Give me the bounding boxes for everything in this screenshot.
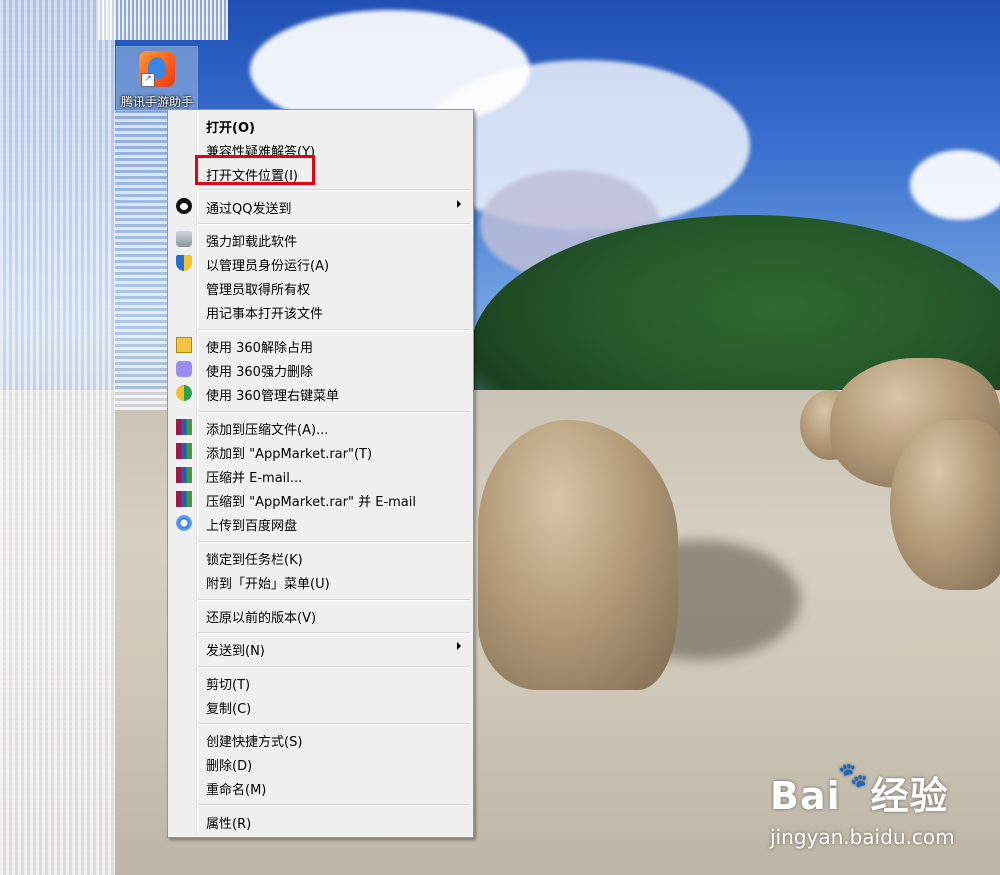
menu-item-label: 添加到压缩文件(A)... [206,423,329,438]
winrar-icon [176,419,192,435]
winrar-icon [176,467,192,483]
360-menu-manager-icon [176,385,192,401]
menu-item-cut[interactable]: 剪切(T) [170,671,471,693]
blurred-desktop-icons [98,0,228,40]
menu-item-rename[interactable]: 重命名(M) [170,776,471,798]
menu-separator [198,189,470,190]
desktop-shortcut-label: 腾讯手游助手 [120,95,193,109]
wallpaper-rock [890,420,1000,590]
menu-item-label: 使用 360解除占用 [206,341,313,356]
winrar-icon [176,491,192,507]
menu-item-add-to-archive[interactable]: 添加到压缩文件(A)... [170,416,471,438]
menu-separator [198,541,470,542]
menu-item-add-to-appmarket-rar[interactable]: 添加到 "AppMarket.rar"(T) [170,440,471,462]
menu-item-label: 添加到 "AppMarket.rar"(T) [206,447,373,462]
menu-item-upload-baidu-netdisk[interactable]: 上传到百度网盘 [170,512,471,534]
submenu-arrow-icon [457,642,461,650]
menu-item-send-to[interactable]: 发送到(N) [170,637,471,659]
menu-item-label: 用记事本打开该文件 [206,307,324,322]
360-shred-icon [176,361,192,377]
menu-item-compress-to-rar-and-email[interactable]: 压缩到 "AppMarket.rar" 并 E-mail [170,488,471,510]
menu-item-360-shred[interactable]: 使用 360强力删除 [170,358,471,380]
menu-item-send-via-qq[interactable]: 通过QQ发送到 [170,195,471,217]
uac-shield-icon [176,255,192,271]
red-highlight-box [195,155,315,185]
menu-item-label: 使用 360管理右键菜单 [206,389,339,404]
menu-item-label: 压缩到 "AppMarket.rar" 并 E-mail [206,495,416,510]
baidu-paw-icon: 🐾 [838,761,868,789]
menu-item-label: 剪切(T) [206,678,251,693]
context-menu: 打开(O) 兼容性疑难解答(Y) 打开文件位置(I) 通过QQ发送到 强力卸载此… [167,109,474,838]
winrar-icon [176,443,192,459]
menu-item-create-shortcut[interactable]: 创建快捷方式(S) [170,728,471,750]
menu-item-label: 以管理员身份运行(A) [206,259,330,274]
desktop-wallpaper [0,0,1000,875]
menu-item-properties[interactable]: 属性(R) [170,810,471,832]
menu-item-run-as-admin[interactable]: 以管理员身份运行(A) [170,252,471,274]
blurred-desktop-icons [115,110,170,410]
menu-item-label: 删除(D) [206,759,253,774]
menu-item-pin-to-taskbar[interactable]: 锁定到任务栏(K) [170,546,471,568]
menu-separator [198,599,470,600]
menu-item-label: 复制(C) [206,702,252,717]
menu-item-open-with-notepad[interactable]: 用记事本打开该文件 [170,300,471,322]
menu-item-force-uninstall[interactable]: 强力卸载此软件 [170,228,471,250]
menu-item-label: 附到「开始」菜单(U) [206,577,330,592]
wallpaper-cloud [910,150,1000,220]
menu-item-label: 创建快捷方式(S) [206,735,303,750]
menu-separator [198,666,470,667]
menu-item-delete[interactable]: 删除(D) [170,752,471,774]
menu-separator [198,804,470,805]
qq-icon [176,198,192,214]
menu-item-label: 强力卸载此软件 [206,235,298,250]
menu-item-360-menu-manager[interactable]: 使用 360管理右键菜单 [170,382,471,404]
menu-separator [198,223,470,224]
menu-item-360-unlock[interactable]: 使用 360解除占用 [170,334,471,356]
360-unlock-icon [176,337,192,353]
menu-item-label: 还原以前的版本(V) [206,611,317,626]
menu-item-take-ownership[interactable]: 管理员取得所有权 [170,276,471,298]
desktop-shortcut[interactable]: ↗ 腾讯手游助手 [116,46,198,112]
menu-item-compress-and-email[interactable]: 压缩并 E-mail... [170,464,471,486]
menu-item-label: 管理员取得所有权 [206,283,311,298]
blurred-desktop-icons [0,0,115,875]
menu-item-copy[interactable]: 复制(C) [170,695,471,717]
baidu-jingyan-watermark: Bai 经验 🐾 jingyan.baidu.com [770,761,990,855]
menu-item-label: 压缩并 E-mail... [206,471,303,486]
menu-item-label: 发送到(N) [206,644,265,659]
menu-item-label: 上传到百度网盘 [206,519,298,534]
menu-item-label: 通过QQ发送到 [206,202,292,217]
shortcut-arrow-icon: ↗ [141,73,155,87]
menu-item-restore-previous-versions[interactable]: 还原以前的版本(V) [170,604,471,626]
submenu-arrow-icon [457,200,461,208]
menu-item-open[interactable]: 打开(O) [170,114,471,136]
wallpaper-rock [478,420,678,690]
menu-separator [198,723,470,724]
recycle-bin-icon [176,231,192,247]
menu-separator [198,632,470,633]
baidu-netdisk-icon [176,515,192,531]
menu-item-label: 属性(R) [206,817,252,832]
menu-separator [198,329,470,330]
menu-separator [198,411,470,412]
watermark-url: jingyan.baidu.com [770,825,955,849]
menu-item-pin-to-start[interactable]: 附到「开始」菜单(U) [170,570,471,592]
menu-item-label: 打开(O) [206,121,255,136]
menu-item-label: 使用 360强力删除 [206,365,313,380]
menu-item-label: 锁定到任务栏(K) [206,553,303,568]
menu-item-label: 重命名(M) [206,783,267,798]
